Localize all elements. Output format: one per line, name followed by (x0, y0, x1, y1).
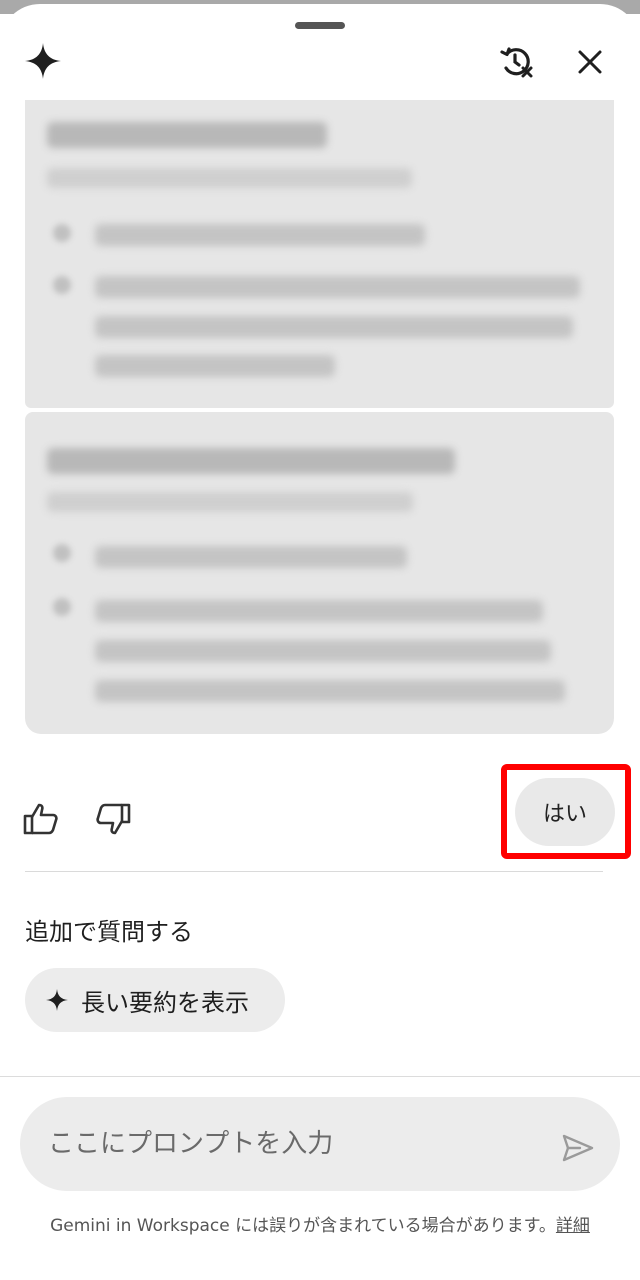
prompt-input[interactable] (46, 1113, 530, 1175)
followup-heading: 追加で質問する (25, 918, 193, 946)
blurred-result-card (25, 412, 614, 734)
disclaimer-text: Gemini in Workspace には誤りが含まれている場合があります。 (50, 1216, 556, 1236)
blurred-title (47, 448, 455, 474)
drag-handle[interactable] (295, 22, 345, 29)
long-summary-chip[interactable]: 長い要約を表示 (25, 968, 285, 1032)
thumbs-down-icon (96, 803, 131, 835)
history-clear-icon (500, 47, 533, 78)
blurred-line (95, 546, 407, 568)
thumbs-up-button[interactable] (22, 800, 60, 838)
close-button[interactable] (568, 40, 612, 84)
thumbs-down-button[interactable] (94, 800, 132, 838)
divider (25, 871, 603, 872)
gemini-sparkle-icon (24, 42, 62, 80)
details-link[interactable]: 詳細 (556, 1216, 590, 1236)
blurred-line (95, 316, 573, 338)
blurred-line (95, 276, 580, 298)
sparkle-icon (46, 989, 68, 1011)
long-summary-chip-label: 長い要約を表示 (81, 988, 249, 1017)
blurred-line (95, 640, 551, 662)
close-icon (578, 50, 602, 74)
blurred-line (95, 680, 565, 702)
prompt-field[interactable] (20, 1097, 620, 1191)
divider (0, 1076, 640, 1077)
thumbs-up-icon (23, 803, 58, 835)
blurred-bullet (53, 598, 71, 616)
send-icon (562, 1134, 594, 1162)
blurred-result-card (25, 100, 614, 408)
blurred-line (95, 224, 425, 246)
blurred-bullet (53, 224, 71, 242)
history-clear-button[interactable] (494, 40, 538, 84)
blurred-bullet (53, 544, 71, 562)
blurred-subtitle (47, 492, 413, 512)
blurred-subtitle (47, 168, 412, 188)
highlight-annotation (501, 764, 631, 859)
blurred-line (95, 600, 543, 622)
blurred-title (47, 122, 327, 148)
blurred-line (95, 355, 335, 377)
send-button[interactable] (556, 1128, 600, 1168)
blurred-bullet (53, 276, 71, 294)
page: はい 追加で質問する 長い要約を表示 Gemini in Workspace に… (0, 0, 640, 1280)
disclaimer: Gemini in Workspace には誤りが含まれている場合があります。詳… (18, 1210, 622, 1242)
